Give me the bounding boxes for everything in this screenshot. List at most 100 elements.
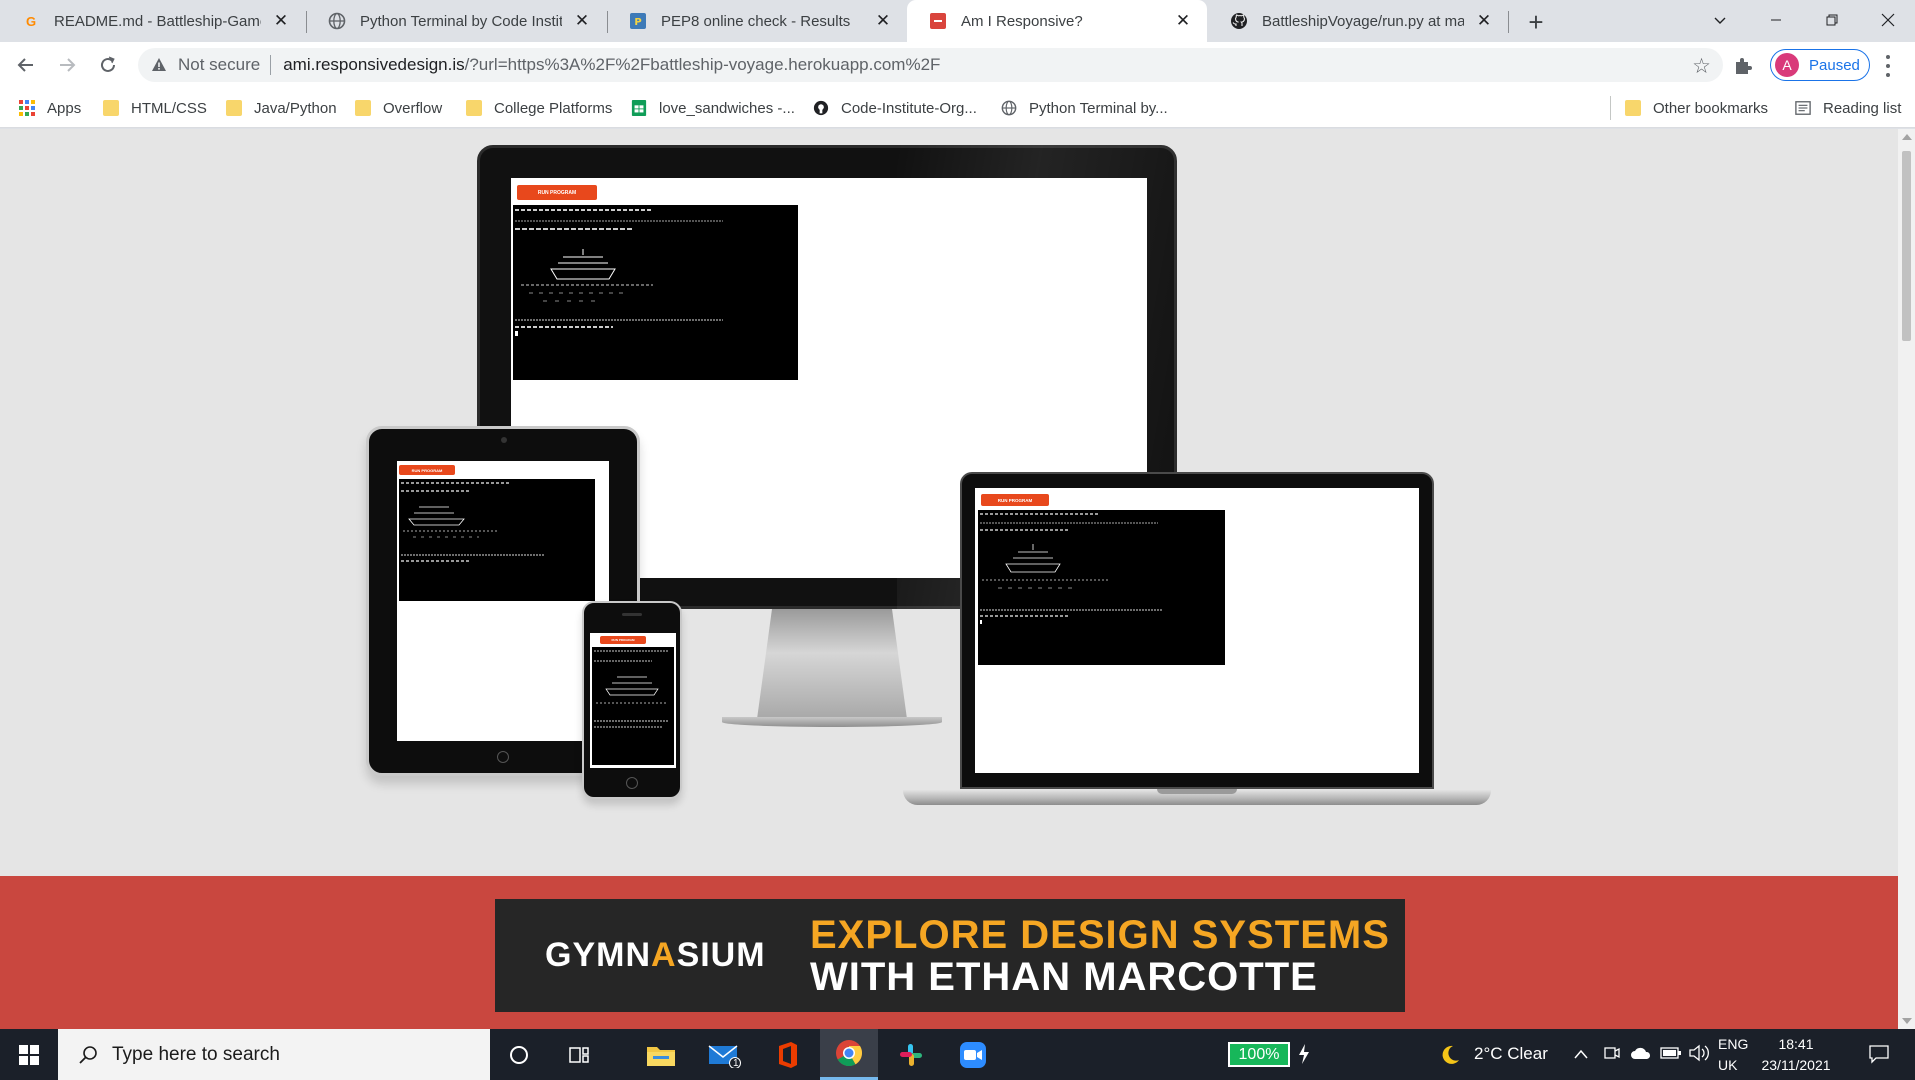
pep8-icon: P <box>629 12 647 30</box>
desktop-stand <box>757 609 907 719</box>
bookmark-apps[interactable]: Apps <box>19 88 81 128</box>
mail-button[interactable]: 1 <box>696 1029 754 1080</box>
tab-github-run-py[interactable]: BattleshipVoyage/run.py at main ✕ <box>1208 0 1508 42</box>
file-explorer-button[interactable] <box>632 1029 690 1080</box>
bookmark-label: Python Terminal by... <box>1029 99 1168 117</box>
tab-python-terminal[interactable]: Python Terminal by Code Institute ✕ <box>306 0 606 42</box>
slack-button[interactable] <box>882 1029 940 1080</box>
chrome-icon <box>836 1040 863 1067</box>
tab-pep8[interactable]: P PEP8 online check - Results ✕ <box>607 0 907 42</box>
ad-banner[interactable]: GYMNASIUM EXPLORE DESIGN SYSTEMS WITH ET… <box>495 899 1405 1012</box>
taskbar-search-input[interactable]: Type here to search <box>58 1029 490 1080</box>
bookmark-python-terminal[interactable]: Python Terminal by... <box>1001 88 1168 128</box>
scroll-up-arrow-icon[interactable] <box>1902 134 1912 140</box>
laptop-screen: RUN PROGRAM <box>975 488 1419 773</box>
reading-list-icon <box>1795 101 1811 115</box>
tablet-screen: RUN PROGRAM <box>397 461 609 741</box>
bookmark-folder-overflow[interactable]: Overflow <box>355 88 442 128</box>
new-tab-button[interactable]: + <box>1520 6 1552 38</box>
reload-button[interactable] <box>92 49 124 81</box>
terminal-window <box>513 205 798 380</box>
language-code: ENG <box>1718 1036 1749 1052</box>
reload-icon <box>101 56 115 72</box>
keyboard-region: UK <box>1718 1057 1738 1073</box>
reading-list-button[interactable]: Reading list <box>1795 88 1901 128</box>
ad-brand-logo: GYMNASIUM <box>545 936 766 974</box>
moon-weather-icon[interactable] <box>1438 1043 1462 1067</box>
task-view-icon <box>569 1046 589 1063</box>
tab-am-i-responsive[interactable]: Am I Responsive? ✕ <box>907 0 1207 42</box>
url-path: /?url=https%3A%2F%2Fbattleship-voyage.he… <box>464 55 941 74</box>
close-icon <box>1881 13 1895 27</box>
battery-meter[interactable]: 100% <box>1228 1042 1290 1067</box>
tab-title: Am I Responsive? <box>961 12 1083 30</box>
task-view-button[interactable] <box>550 1029 608 1080</box>
warning-icon[interactable] <box>150 56 168 74</box>
search-placeholder: Type here to search <box>112 1043 280 1065</box>
input-language[interactable]: ENG UK <box>1718 1034 1748 1076</box>
bookmark-other-bookmarks[interactable]: Other bookmarks <box>1625 88 1768 128</box>
meet-now-icon[interactable] <box>1603 1044 1621 1062</box>
cortana-button[interactable] <box>490 1029 548 1080</box>
bookmark-folder-college-platforms[interactable]: College Platforms <box>466 88 612 128</box>
bookmark-folder-html-css[interactable]: HTML/CSS <box>103 88 207 128</box>
phone-speaker <box>622 613 642 616</box>
bookmark-label: love_sandwiches -... <box>659 99 795 117</box>
notifications-icon[interactable] <box>1868 1044 1890 1064</box>
tab-search-button[interactable] <box>1692 0 1748 40</box>
run-program-button[interactable]: RUN PROGRAM <box>981 494 1049 506</box>
bookmark-label: HTML/CSS <box>131 99 207 117</box>
profile-button[interactable]: A Paused <box>1770 49 1870 81</box>
weather-label[interactable]: 2°C Clear <box>1474 1044 1548 1064</box>
zoom-button[interactable] <box>944 1029 1002 1080</box>
bookmark-label: College Platforms <box>494 99 613 117</box>
bookmark-star-icon[interactable]: ☆ <box>1692 54 1711 79</box>
restore-icon <box>1826 14 1838 26</box>
battery-icon[interactable] <box>1660 1046 1682 1060</box>
clock-time: 18:41 <box>1778 1036 1814 1052</box>
bookmark-folder-java-python[interactable]: Java/Python <box>226 88 337 128</box>
scrollbar-thumb[interactable] <box>1902 151 1911 341</box>
close-icon[interactable]: ✕ <box>271 11 291 31</box>
restore-button[interactable] <box>1804 0 1860 40</box>
run-program-button[interactable]: RUN PROGRAM <box>399 465 455 475</box>
system-clock[interactable]: 18:41 23/11/2021 <box>1756 1034 1836 1076</box>
bookmark-code-institute-org[interactable]: Code-Institute-Org... <box>813 88 977 128</box>
terminal-window <box>592 647 674 765</box>
arrow-left-icon <box>17 58 33 72</box>
extensions-button[interactable] <box>1732 55 1754 77</box>
folder-icon <box>226 100 242 116</box>
office-button[interactable] <box>758 1029 816 1080</box>
ad-headline: EXPLORE DESIGN SYSTEMS WITH ETHAN MARCOT… <box>810 914 1390 998</box>
close-icon[interactable]: ✕ <box>873 11 893 31</box>
chevron-up-icon[interactable] <box>1574 1048 1588 1060</box>
chrome-button[interactable] <box>820 1029 878 1080</box>
run-program-button[interactable]: RUN PROGRAM <box>600 636 646 644</box>
onedrive-cloud-icon[interactable] <box>1630 1045 1652 1061</box>
sheets-icon <box>631 100 647 116</box>
start-button[interactable] <box>0 1029 58 1080</box>
clock-date: 23/11/2021 <box>1761 1057 1831 1073</box>
back-button[interactable] <box>10 49 42 81</box>
tab-strip: G README.md - Battleship-Game - ✕ Python… <box>0 0 1915 42</box>
close-icon[interactable]: ✕ <box>1474 11 1494 31</box>
run-program-button[interactable]: RUN PROGRAM <box>517 185 597 200</box>
tab-title: Python Terminal by Code Institute <box>360 12 562 30</box>
mail-badge: 1 <box>733 1058 739 1069</box>
minimize-button[interactable] <box>1748 0 1804 40</box>
svg-text:P: P <box>634 17 641 28</box>
address-bar[interactable]: Not secure ami.responsivedesign.is/?url=… <box>138 48 1723 82</box>
laptop-notch <box>1157 789 1237 794</box>
scroll-down-arrow-icon[interactable] <box>1902 1018 1912 1024</box>
close-icon[interactable]: ✕ <box>1173 11 1193 31</box>
close-icon[interactable]: ✕ <box>572 11 592 31</box>
forward-button[interactable] <box>51 49 83 81</box>
tab-readme[interactable]: G README.md - Battleship-Game - ✕ <box>0 0 305 42</box>
bookmark-label: Overflow <box>383 99 443 117</box>
bookmark-love-sandwiches[interactable]: love_sandwiches -... <box>631 88 795 128</box>
close-window-button[interactable] <box>1860 0 1915 40</box>
menu-dots-icon[interactable] <box>1882 55 1894 77</box>
ad-headline-line1: EXPLORE DESIGN SYSTEMS <box>810 912 1390 957</box>
page-scrollbar[interactable] <box>1898 129 1915 1029</box>
volume-icon[interactable] <box>1688 1044 1710 1062</box>
